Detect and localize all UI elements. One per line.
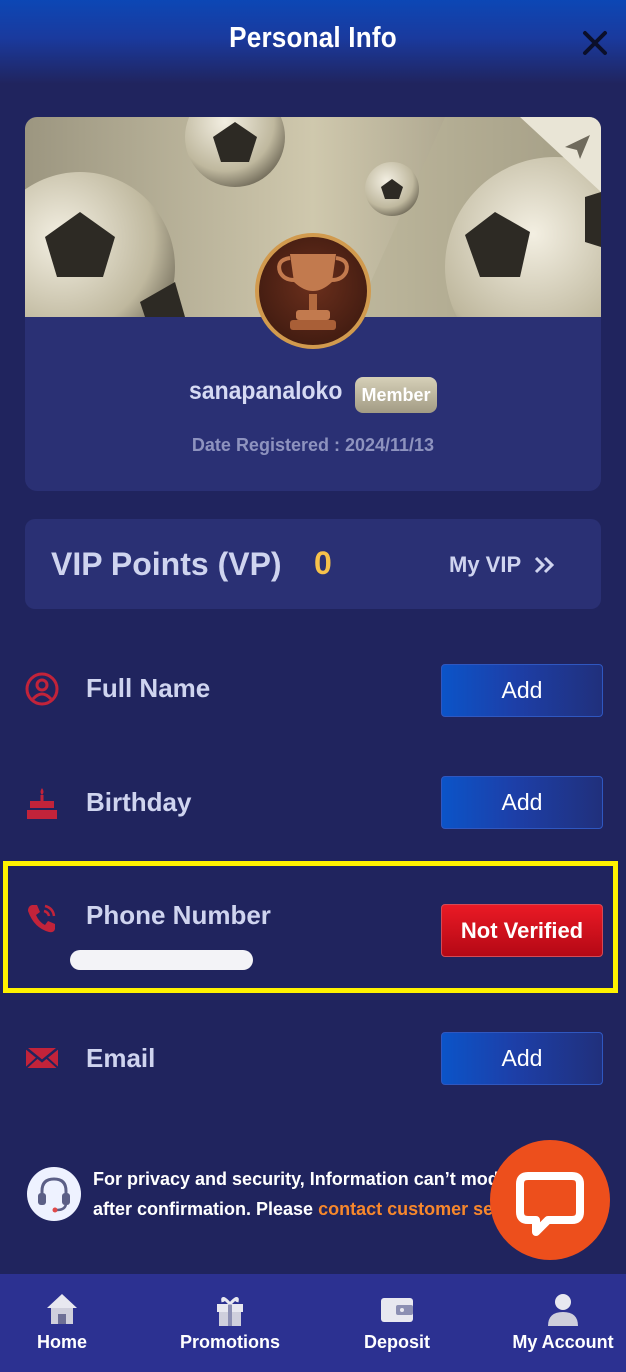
gift-icon xyxy=(217,1297,243,1326)
privacy-notice-line2: after confirmation. Please contact custo… xyxy=(93,1194,513,1224)
email-label: Email xyxy=(86,1043,156,1073)
email-add-button[interactable]: Add xyxy=(441,1032,603,1085)
nav-my-account[interactable]: My Account xyxy=(510,1274,616,1372)
user-circle-icon xyxy=(25,672,59,706)
support-headset-icon xyxy=(27,1167,81,1221)
nav-promotions-label: Promotions xyxy=(179,1332,280,1352)
nav-promotions[interactable]: Promotions xyxy=(172,1274,288,1372)
nav-deposit-label: Deposit xyxy=(363,1332,430,1352)
chat-bubble-icon xyxy=(516,1172,584,1236)
nav-deposit[interactable]: Deposit xyxy=(352,1274,442,1372)
nav-home-label: Home xyxy=(36,1332,87,1352)
vip-points-label: VIP Points (VP) xyxy=(51,546,282,582)
highlight-box xyxy=(3,861,618,993)
user-icon xyxy=(548,1294,578,1326)
my-vip-link[interactable]: My VIP xyxy=(449,552,521,578)
contact-customer-service-link[interactable]: contact customer service xyxy=(318,1199,513,1219)
privacy-notice-line1: For privacy and security, Information ca… xyxy=(93,1169,513,1189)
birthday-add-button[interactable]: Add xyxy=(441,776,603,829)
privacy-notice: For privacy and security, Information ca… xyxy=(93,1164,513,1224)
wallet-icon xyxy=(381,1298,413,1322)
double-chevron-right-icon[interactable] xyxy=(534,555,556,575)
envelope-icon xyxy=(25,1047,59,1069)
vip-points-value: 0 xyxy=(314,545,332,581)
full-name-add-button[interactable]: Add xyxy=(441,664,603,717)
birthday-label: Birthday xyxy=(86,787,192,817)
vip-points-card: VIP Points (VP) 0 My VIP xyxy=(25,519,601,609)
close-icon[interactable] xyxy=(580,28,610,58)
full-name-label: Full Name xyxy=(86,673,211,703)
bottom-nav: Home Promotions Deposit My Account xyxy=(0,1274,626,1372)
profile-card: sanapanaloko Member Date Registered : 20… xyxy=(25,117,601,491)
home-icon xyxy=(47,1294,77,1324)
nav-my-account-label: My Account xyxy=(512,1332,614,1352)
member-badge: Member xyxy=(355,377,437,413)
username: sanapanaloko xyxy=(189,377,343,405)
trophy-icon xyxy=(255,233,371,349)
nav-home[interactable]: Home xyxy=(22,1274,102,1372)
header-bar: Personal Info xyxy=(0,0,626,84)
page-title: Personal Info xyxy=(229,22,397,54)
date-registered: Date Registered : 2024/11/13 xyxy=(191,435,435,455)
live-chat-button[interactable] xyxy=(490,1140,610,1260)
privacy-notice-prefix: after confirmation. Please xyxy=(93,1199,319,1219)
birthday-cake-icon xyxy=(27,788,57,819)
